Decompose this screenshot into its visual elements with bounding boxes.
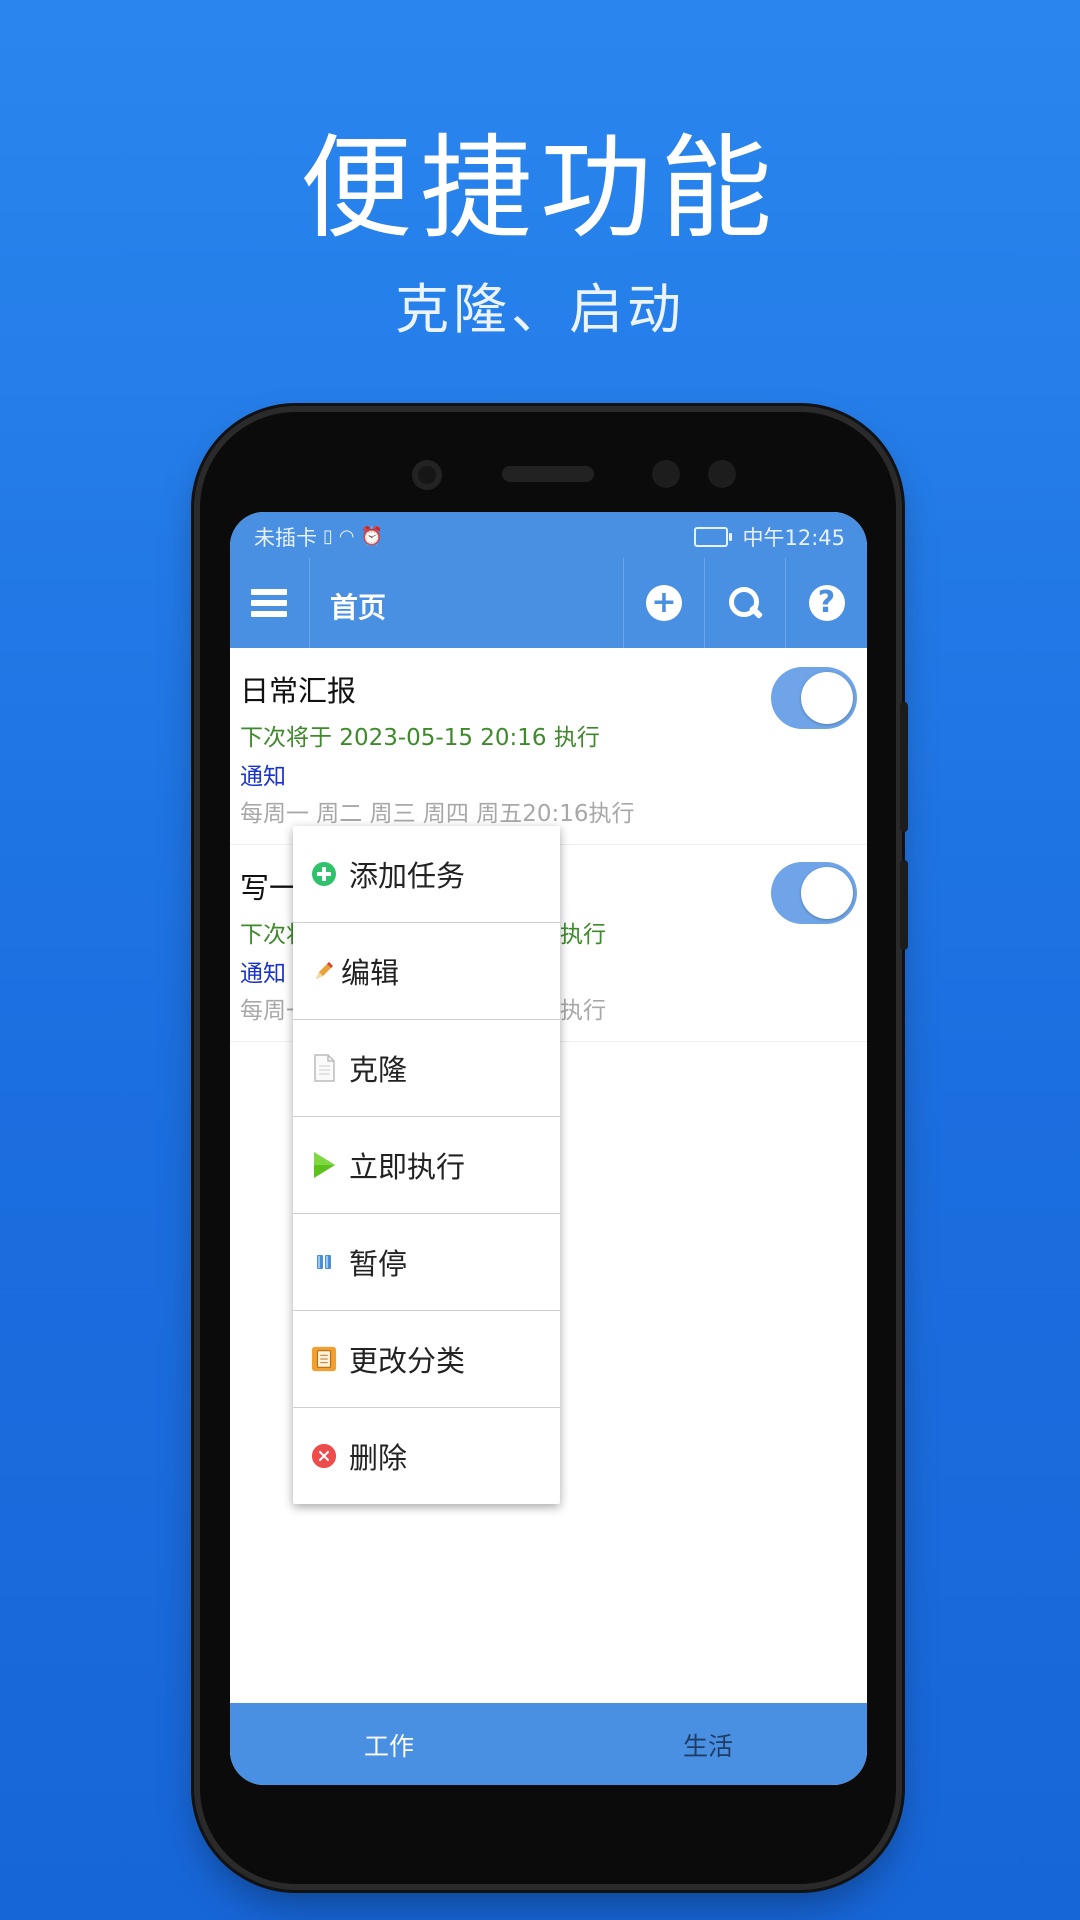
task-name: 日常汇报 xyxy=(240,674,357,708)
menu-item-add-task[interactable]: 添加任务 xyxy=(293,826,560,923)
help-button[interactable]: ? xyxy=(786,558,867,648)
volume-button xyxy=(900,702,908,832)
page-title: 首页 xyxy=(330,591,387,624)
help-icon: ? xyxy=(808,585,845,621)
wifi-icon: ◠ xyxy=(338,526,355,547)
menu-item-label: 立即执行 xyxy=(349,1150,466,1184)
clock: 中午12:45 xyxy=(742,526,845,550)
menu-item-delete[interactable]: 删除 xyxy=(293,1408,560,1504)
tab-work[interactable]: 工作 xyxy=(230,1727,548,1763)
task-schedule: 每周一 周二 周三 周四 周五20:16执行 xyxy=(240,801,635,827)
menu-item-label: 克隆 xyxy=(349,1053,408,1087)
delete-icon xyxy=(311,1443,337,1469)
add-button[interactable]: + xyxy=(624,558,704,648)
hamburger-icon xyxy=(251,589,287,617)
task-schedule-tail: 执行 xyxy=(560,998,606,1024)
sensor xyxy=(652,460,680,488)
pencil-icon xyxy=(311,958,337,984)
status-bar: 未插卡 ▯ ◠ ⏰ 中午12:45 xyxy=(230,512,867,558)
search-button[interactable] xyxy=(705,558,785,648)
category-icon xyxy=(311,1346,337,1372)
menu-item-pause[interactable]: 暂停 xyxy=(293,1214,560,1311)
add-icon xyxy=(311,861,337,887)
search-icon xyxy=(727,585,764,621)
carrier-label: 未插卡 xyxy=(254,526,317,550)
menu-item-label: 暂停 xyxy=(349,1247,408,1281)
sim-alert-icon: ▯ xyxy=(323,526,333,547)
task-type: 通知 xyxy=(240,764,286,790)
play-icon xyxy=(311,1152,337,1178)
front-camera xyxy=(412,460,442,490)
promo-title: 便捷功能 xyxy=(300,124,780,254)
task-name: 写一 xyxy=(240,871,299,905)
add-icon: + xyxy=(646,585,682,621)
menu-item-clone[interactable]: 克隆 xyxy=(293,1020,560,1117)
battery-icon xyxy=(694,527,733,547)
phone-screen: 未插卡 ▯ ◠ ⏰ 中午12:45 首页 + ? 日常汇报 下次将于 2023-… xyxy=(230,512,867,1785)
task-next-run-tail: 执行 xyxy=(560,922,606,948)
task-type: 通知 xyxy=(240,961,286,987)
task-item[interactable]: 日常汇报 下次将于 2023-05-15 20:16 执行 通知 每周一 周二 … xyxy=(230,648,867,845)
power-button xyxy=(900,860,908,950)
menu-item-run-now[interactable]: 立即执行 xyxy=(293,1117,560,1214)
alarm-icon: ⏰ xyxy=(360,526,384,547)
menu-item-label: 删除 xyxy=(349,1441,408,1475)
task-enable-toggle[interactable] xyxy=(771,862,857,924)
menu-item-label: 更改分类 xyxy=(349,1344,466,1378)
context-menu: 添加任务 编辑 克隆 立即执行 暂停 更改分类 删除 xyxy=(293,826,560,1504)
menu-item-edit[interactable]: 编辑 xyxy=(293,923,560,1020)
toolbar-divider xyxy=(309,558,310,648)
document-icon xyxy=(311,1054,337,1082)
tab-life[interactable]: 生活 xyxy=(549,1727,867,1763)
menu-item-change-category[interactable]: 更改分类 xyxy=(293,1311,560,1408)
earpiece-speaker xyxy=(502,466,594,482)
app-toolbar: 首页 + ? xyxy=(230,558,867,648)
task-next-run: 下次将于 2023-05-15 20:16 执行 xyxy=(240,725,600,751)
pause-icon xyxy=(311,1249,337,1275)
promo-subtitle: 克隆、启动 xyxy=(395,278,685,341)
menu-item-label: 添加任务 xyxy=(349,859,466,893)
task-enable-toggle[interactable] xyxy=(771,667,857,729)
bottom-tab-bar: 工作 生活 xyxy=(230,1703,867,1785)
menu-item-label: 编辑 xyxy=(341,956,400,990)
sensor xyxy=(708,460,736,488)
menu-button[interactable] xyxy=(230,558,308,648)
